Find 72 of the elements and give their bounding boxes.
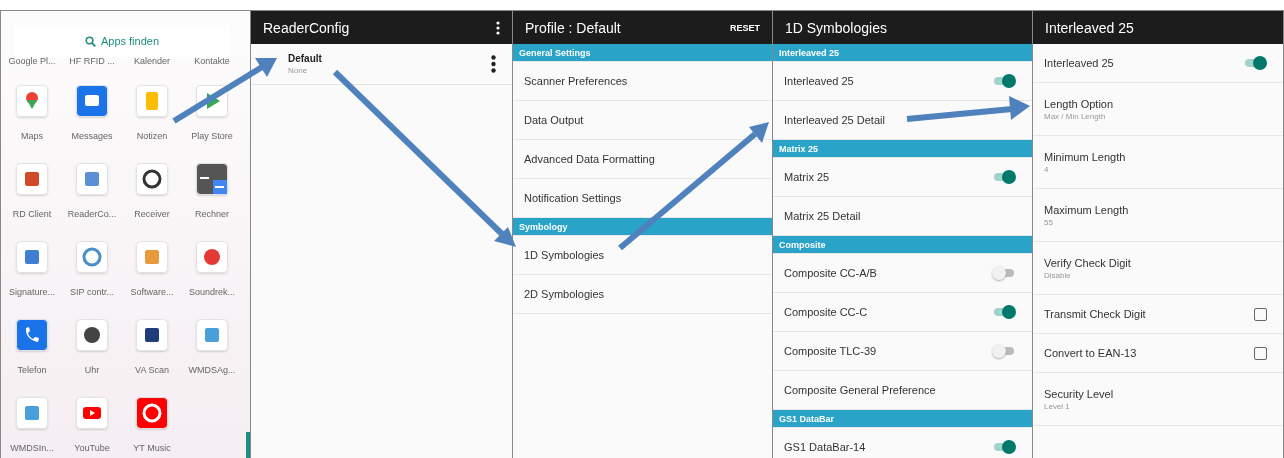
settings-item[interactable]: Interleaved 25 [784,75,854,87]
settings-item[interactable]: Composite CC-C [784,306,868,318]
settings-item[interactable]: Maximum Length [1044,203,1129,216]
settings-item[interactable]: Convert to EAN-13 [1044,347,1137,359]
screen-title: Profile : Default [525,19,621,36]
section-header: Symbology [513,218,772,236]
screen-title: Interleaved 25 [1045,19,1134,36]
app-label[interactable]: Rechner [195,209,229,219]
settings-item[interactable]: Transmit Check Digit [1044,308,1146,320]
settings-item[interactable]: Interleaved 25 Detail [784,114,885,126]
search-icon [84,35,96,47]
toggle-switch[interactable] [992,344,1016,358]
setting-value: 4 [1044,164,1050,174]
reset-button[interactable]: RESET [730,22,760,33]
toggle-switch[interactable] [992,305,1016,319]
app-label[interactable]: WMDSIn... [10,443,54,453]
section-header: General Settings [513,44,772,62]
app-label[interactable]: Software... [130,287,174,297]
screen-title: ReaderConfig [263,19,350,36]
profile-name: Default [288,53,322,64]
settings-item[interactable]: Composite TLC-39 [784,345,877,357]
app-label[interactable]: YouTube [74,443,110,453]
app-label[interactable]: Maps [21,131,43,141]
settings-item[interactable]: Length Option [1044,97,1114,110]
settings-item[interactable]: Minimum Length [1044,150,1126,163]
settings-item[interactable]: Verify Check Digit [1044,256,1131,269]
app-label[interactable]: Signature... [9,287,55,297]
scroll-indicator [246,432,250,458]
settings-item[interactable]: Composite General Preference [784,384,936,396]
search-field[interactable]: Apps finden [14,25,230,57]
section-header: Composite [773,236,1032,254]
more-menu-icon[interactable] [491,55,496,73]
app-label[interactable]: Soundrek... [189,287,235,297]
app-label[interactable]: Kontakte [182,56,242,85]
app-label[interactable]: Google Pl... [2,56,62,85]
app-label[interactable]: Telefon [17,365,47,375]
app-label[interactable]: Uhr [84,365,100,375]
profile-subtitle: None [288,66,309,75]
section-header: Matrix 25 [773,140,1032,158]
screen-title: 1D Symbologies [785,19,887,36]
app-label[interactable]: Messages [71,131,113,141]
setting-value: Level 1 [1044,401,1071,411]
more-menu-icon[interactable] [496,20,500,35]
setting-value: 55 [1044,217,1054,227]
app-label[interactable]: YT Music [133,443,171,453]
app-label[interactable]: RD Client [12,209,52,219]
app-label[interactable]: HF RFID ... [62,56,122,85]
app-label[interactable]: Receiver [134,209,170,219]
app-label[interactable]: SIP contr... [70,287,114,297]
settings-item[interactable]: Matrix 25 [784,171,830,183]
toggle-switch[interactable] [992,170,1016,184]
settings-item[interactable]: Interleaved 25 [1044,57,1114,69]
toggle-switch[interactable] [992,266,1016,280]
app-label[interactable]: ReaderCo... [67,209,117,219]
settings-item[interactable]: Composite CC-A/B [784,267,877,279]
app-label[interactable]: Kalender [122,56,182,85]
toggle-switch[interactable] [992,74,1016,88]
section-header: GS1 DataBar [773,410,1032,428]
app-label[interactable]: VA Scan [135,365,169,375]
settings-item[interactable]: Security Level [1044,387,1114,400]
section-header: Interleaved 25 [773,44,1032,62]
toggle-switch[interactable] [1243,56,1267,70]
settings-item[interactable]: GS1 DataBar-14 [784,441,866,453]
checkbox[interactable] [1254,346,1267,360]
setting-value: Max / Min Length [1044,111,1107,121]
checkbox[interactable] [1254,307,1267,321]
setting-value: Disable [1044,270,1072,280]
toggle-switch[interactable] [992,440,1016,454]
app-label[interactable]: Play Store [191,131,233,141]
app-label[interactable]: WMDSAg... [188,365,236,375]
settings-item[interactable]: Matrix 25 Detail [784,210,861,222]
app-label[interactable]: Notizen [136,131,168,141]
